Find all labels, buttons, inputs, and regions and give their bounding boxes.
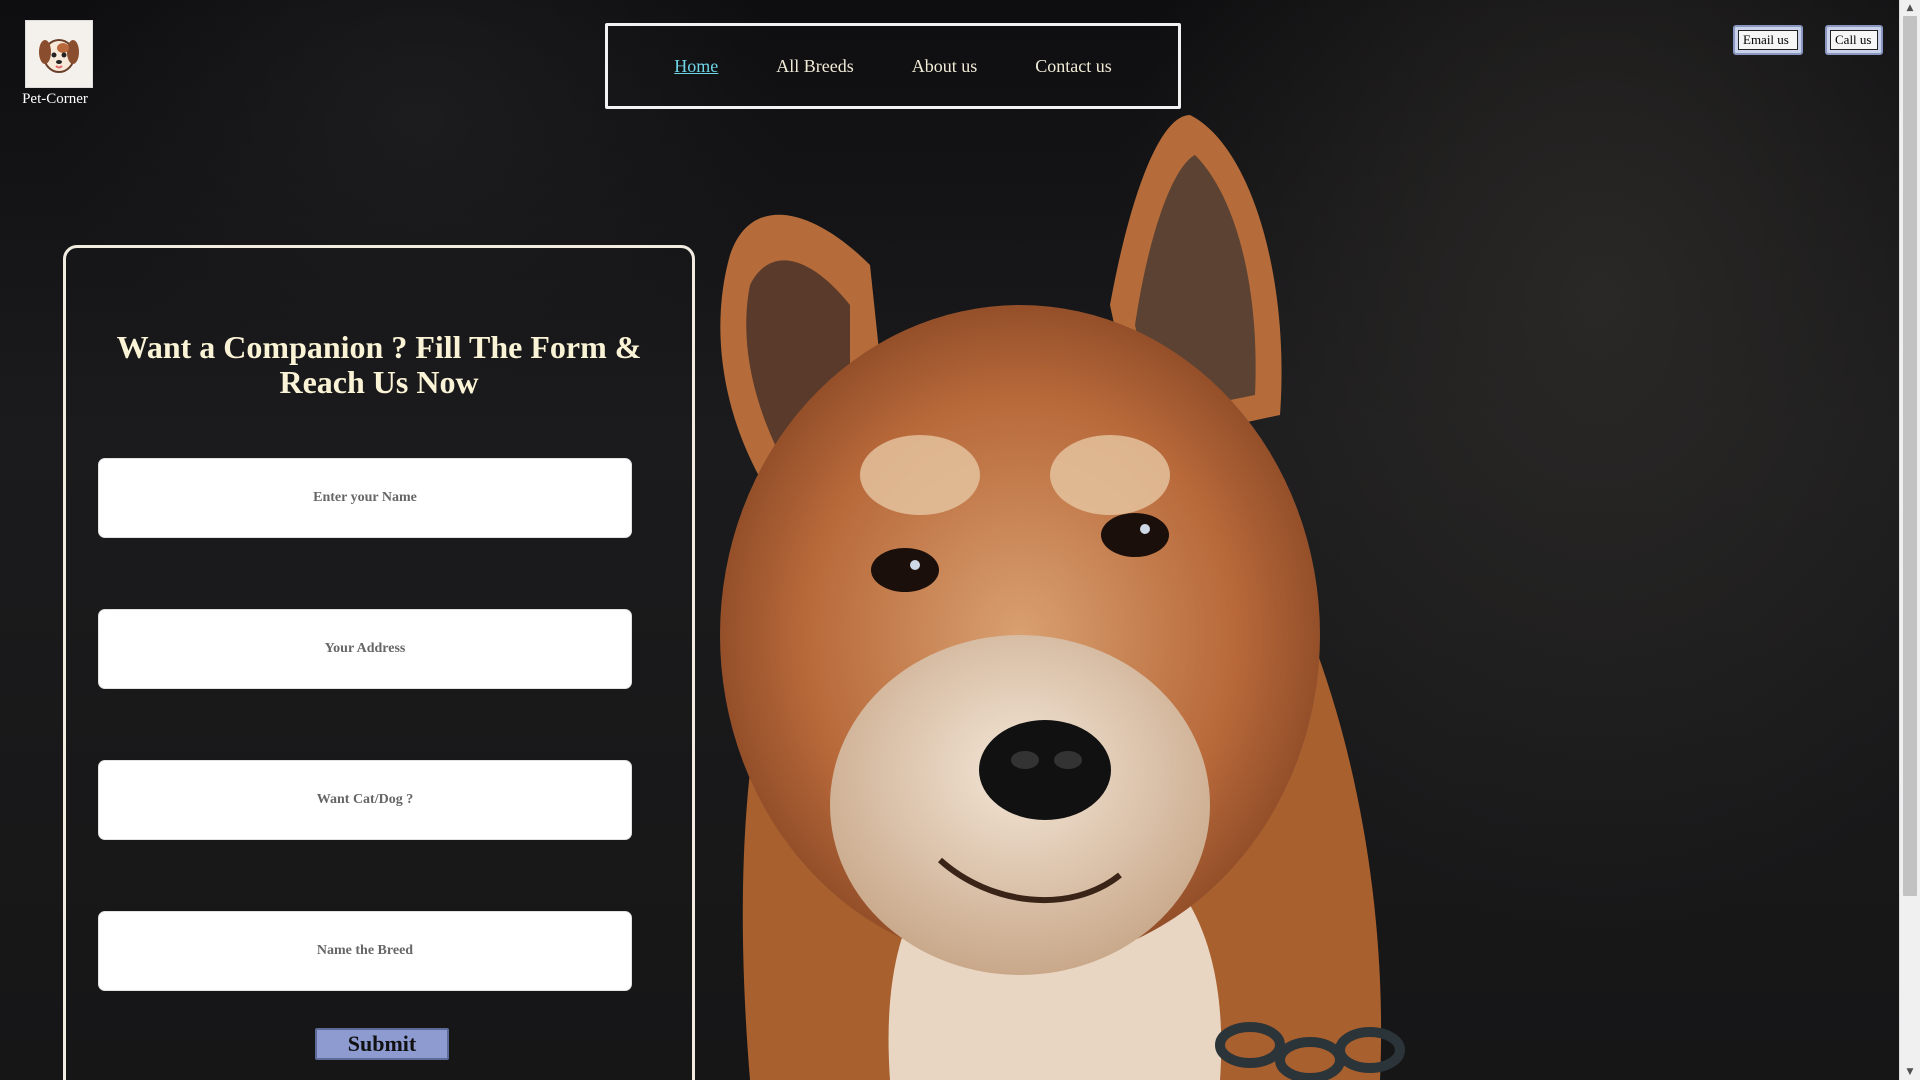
site-logo[interactable]: Pet-Corner (20, 20, 96, 108)
pet-type-input[interactable] (98, 760, 632, 840)
scrollbar-thumb[interactable] (1903, 16, 1917, 896)
call-us-label: Call us (1830, 30, 1878, 50)
address-input[interactable] (98, 609, 632, 689)
email-us-button[interactable]: Email us (1733, 25, 1803, 55)
scroll-down-arrow-icon[interactable]: ▼ (1900, 1064, 1920, 1080)
shiba-dog-image (720, 115, 1405, 1080)
logo-label: Pet-Corner (22, 91, 88, 107)
breed-input[interactable] (98, 911, 632, 991)
email-us-label: Email us (1738, 30, 1798, 50)
submit-button[interactable]: Submit (315, 1028, 449, 1060)
nav-contact-us-link[interactable]: Contact us (1035, 56, 1112, 77)
companion-form-card: Want a Companion ? Fill The Form & Reach… (63, 245, 695, 1080)
nav-home-link[interactable]: Home (674, 56, 718, 77)
puppy-logo-icon (25, 20, 93, 88)
page-scrollbar[interactable]: ▲ ▼ (1899, 0, 1920, 1080)
nav-all-breeds-link[interactable]: All Breeds (776, 56, 853, 77)
main-navigation: Home All Breeds About us Contact us (605, 23, 1181, 109)
form-heading: Want a Companion ? Fill The Form & Reach… (116, 329, 642, 400)
call-us-button[interactable]: Call us (1825, 25, 1883, 55)
scroll-up-arrow-icon[interactable]: ▲ (1900, 0, 1920, 16)
nav-about-us-link[interactable]: About us (912, 56, 978, 77)
name-input[interactable] (98, 458, 632, 538)
